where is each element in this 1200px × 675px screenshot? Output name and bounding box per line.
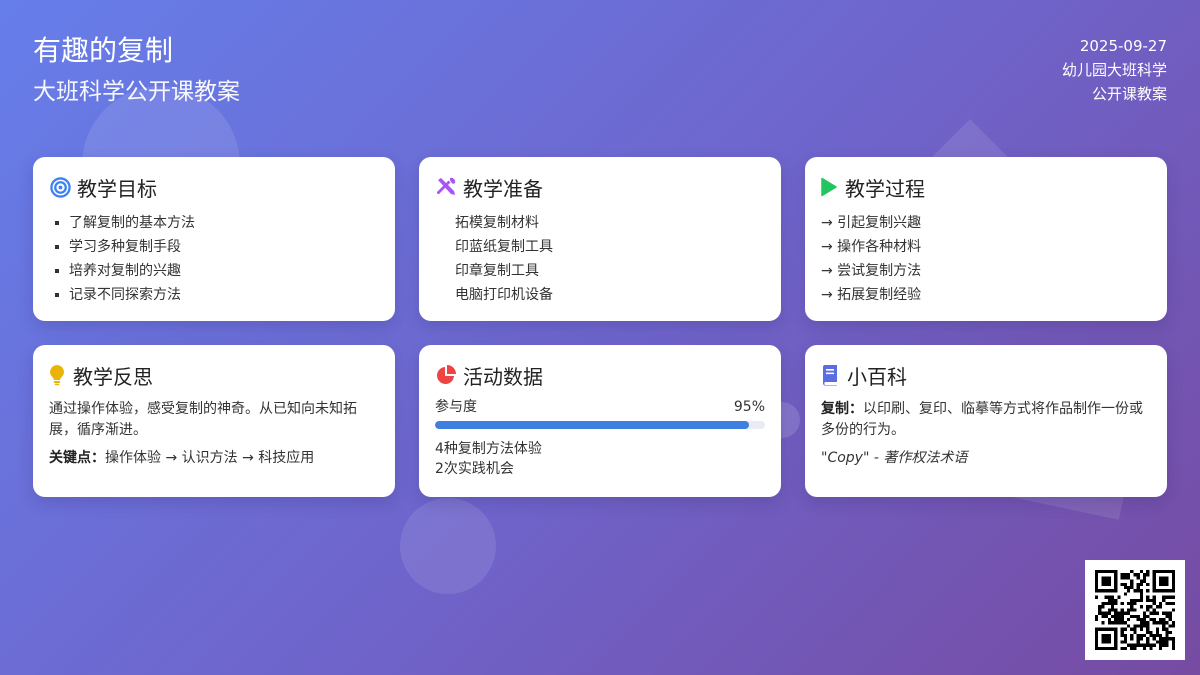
participation-row: 参与度 95% [435, 397, 765, 417]
card-title: 小百科 [847, 364, 907, 389]
list-item: 学习多种复制手段 [49, 235, 379, 259]
list-item: 了解复制的基本方法 [49, 211, 379, 235]
meta-type: 公开课教案 [1091, 85, 1167, 103]
qr-code [1085, 560, 1185, 660]
card-encyclopedia: 小百科 复制：以印刷、复印、临摹等方式将作品制作一份或多份的行为。 "Copy"… [805, 345, 1167, 497]
meta-grade: 幼儿园大班科学 [1061, 61, 1167, 79]
wiki-definition: 复制：以印刷、复印、临摹等方式将作品制作一份或多份的行为。 [821, 399, 1151, 441]
card-teaching-reflection: 教学反思 通过操作体验，感受复制的神奇。从已知向未知拓展，循序渐进。 关键点：操… [33, 345, 395, 497]
card-title: 教学过程 [845, 176, 925, 201]
card-teaching-prep: 教学准备 拓模复制材料 印蓝纸复制工具 印章复制工具 电脑打印机设备 [419, 157, 781, 321]
stat-methods: 4种复制方法体验 [435, 441, 542, 457]
decorative-circle [400, 498, 496, 594]
activity-stats: 4种复制方法体验 2次实践机会 [435, 439, 765, 479]
play-icon [821, 176, 837, 198]
wiki-definition-text: 以印刷、复印、临摹等方式将作品制作一份或多份的行为。 [821, 401, 1143, 438]
list-item: 记录不同探索方法 [49, 283, 379, 307]
tools-icon [435, 176, 457, 198]
book-icon [821, 364, 839, 386]
participation-label: 参与度 [435, 399, 477, 415]
progress-fill [435, 421, 749, 429]
key-point-text: 操作体验 → 认识方法 → 科技应用 [105, 450, 315, 466]
card-title: 活动数据 [463, 364, 543, 389]
goal-list: 了解复制的基本方法 学习多种复制手段 培养对复制的兴趣 记录不同探索方法 [49, 211, 379, 307]
list-item: → 尝试复制方法 [821, 263, 922, 279]
header: 有趣的复制 大班科学公开课教案 [33, 32, 240, 108]
date-text: 2025-09-27 [1079, 37, 1167, 55]
participation-progress-bar [435, 421, 765, 429]
lightbulb-icon [49, 364, 65, 386]
list-item: → 拓展复制经验 [821, 287, 922, 303]
card-title: 教学准备 [463, 176, 543, 201]
reflection-text: 通过操作体验，感受复制的神奇。从已知向未知拓展，循序渐进。 [49, 401, 357, 438]
page-subtitle: 大班科学公开课教案 [33, 79, 240, 105]
wiki-quote: "Copy" - 著作权法术语 [821, 450, 968, 466]
process-list: → 引起复制兴趣 → 操作各种材料 → 尝试复制方法 → 拓展复制经验 [821, 211, 1151, 307]
pie-chart-icon [435, 364, 457, 386]
card-activity-data: 活动数据 参与度 95% 4种复制方法体验 2次实践机会 [419, 345, 781, 497]
reflection-key-point: 关键点：操作体验 → 认识方法 → 科技应用 [49, 448, 379, 469]
page-title: 有趣的复制 [33, 34, 174, 67]
header-meta: 2025-09-27 幼儿园大班科学 公开课教案 [1062, 34, 1167, 106]
qr-code-icon [1095, 570, 1175, 650]
card-teaching-process: 教学过程 → 引起复制兴趣 → 操作各种材料 → 尝试复制方法 → 拓展复制经验 [805, 157, 1167, 321]
list-item: → 引起复制兴趣 [821, 215, 922, 231]
participation-value: 95% [733, 399, 765, 415]
prep-list: 拓模复制材料 印蓝纸复制工具 印章复制工具 电脑打印机设备 [435, 211, 765, 307]
list-item: → 操作各种材料 [821, 239, 922, 255]
card-title: 教学反思 [73, 364, 153, 389]
stat-practice: 2次实践机会 [435, 461, 514, 477]
list-item: 培养对复制的兴趣 [49, 259, 379, 283]
list-item: 印章复制工具 [455, 263, 539, 279]
card-title: 教学目标 [77, 176, 157, 201]
target-icon [49, 176, 71, 198]
list-item: 印蓝纸复制工具 [455, 239, 553, 255]
list-item: 拓模复制材料 [455, 215, 539, 231]
key-point-label: 关键点： [49, 450, 105, 466]
list-item: 电脑打印机设备 [455, 287, 553, 303]
wiki-term: 复制： [821, 401, 863, 417]
card-teaching-goals: 教学目标 了解复制的基本方法 学习多种复制手段 培养对复制的兴趣 记录不同探索方… [33, 157, 395, 321]
